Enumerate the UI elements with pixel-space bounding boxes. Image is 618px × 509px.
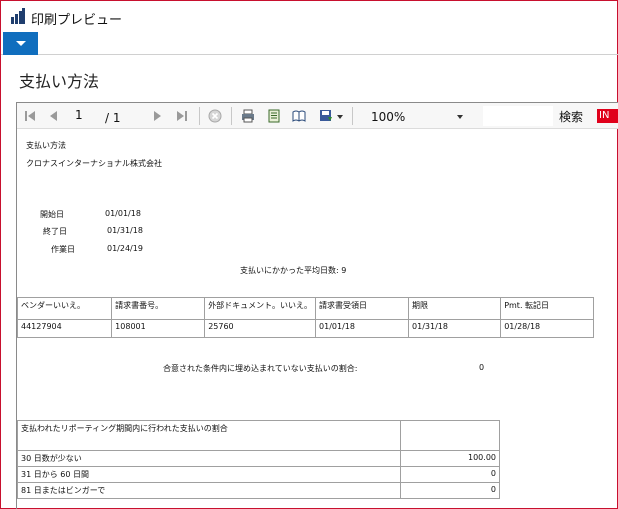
language-badge: IN (597, 109, 618, 123)
window-title: 印刷プレビュー (31, 13, 123, 28)
menu-strip (1, 32, 618, 55)
company-name: クロナスインターナショナル株式会社 (26, 159, 162, 168)
start-date-label: 開始日 (40, 210, 64, 219)
export-dropdown-icon[interactable] (336, 109, 344, 123)
table-cell: 0 (400, 466, 500, 483)
toolbar-separator (231, 107, 232, 125)
table-row: 31 日から 60 日間 0 (16, 466, 500, 483)
table-header-cell: 請求書番号。 (111, 297, 206, 320)
search-input[interactable] (483, 106, 553, 126)
app-logo-icon (11, 8, 25, 24)
table-header-cell: 請求書受領日 (315, 297, 410, 320)
table-cell: 01/31/18 (408, 319, 502, 338)
period-table-title-row: 支払われたリポーティング期間内に行われた支払いの割合 (16, 420, 500, 451)
table-cell: 0 (400, 482, 500, 499)
report-toolbar: 1 / 1 100% 検索 IN (17, 103, 618, 129)
page-number-input[interactable]: 1 (75, 108, 83, 122)
zoom-select[interactable]: 100% (367, 106, 467, 126)
work-date-label: 作業日 (51, 245, 75, 254)
page-setup-icon[interactable] (292, 109, 306, 123)
table-header-cell: 外部ドキュメント。いいえ。 (204, 297, 317, 320)
toolbar-separator (199, 107, 200, 125)
average-days-text: 支払いにかかった平均日数: 9 (240, 266, 347, 275)
stop-icon[interactable] (208, 109, 222, 123)
previous-page-icon[interactable] (47, 109, 61, 123)
period-table-title: 支払われたリポーティング期間内に行われた支払いの割合 (16, 420, 402, 451)
end-date-value: 01/31/18 (107, 226, 143, 235)
not-in-terms-value: 0 (479, 363, 485, 372)
menu-dropdown-button[interactable] (3, 32, 38, 55)
report-page: 支払い方法 クロナスインターナショナル株式会社 開始日 01/01/18 終了日… (16, 130, 618, 509)
first-page-icon[interactable] (23, 109, 37, 123)
table-row: 30 日数が少ない 100.00 (16, 450, 500, 467)
zoom-value: 100% (371, 110, 406, 124)
title-bar: 印刷プレビュー (1, 0, 618, 32)
period-table: 支払われたリポーティング期間内に行われた支払いの割合 30 日数が少ない 100… (16, 420, 500, 499)
page-layout-icon[interactable] (267, 109, 281, 123)
table-cell: 31 日から 60 日間 (16, 466, 402, 483)
table-cell: 81 日またはビンガーで (16, 482, 402, 499)
table-cell: 108001 (111, 319, 206, 338)
page-total: / 1 (105, 111, 121, 125)
table-header-row: ベンダーいいえ。 請求書番号。 外部ドキュメント。いいえ。 請求書受領日 期限 … (16, 297, 594, 320)
table-cell: 44127904 (16, 319, 113, 338)
export-save-icon[interactable] (319, 109, 333, 123)
table-row: 81 日またはビンガーで 0 (16, 482, 500, 499)
print-icon[interactable] (241, 109, 255, 123)
table-header-cell: 期限 (408, 297, 502, 320)
table-cell: 30 日数が少ない (16, 450, 402, 467)
end-date-label: 終了日 (43, 227, 67, 236)
table-header-cell: ベンダーいいえ。 (16, 297, 113, 320)
last-page-icon[interactable] (175, 109, 189, 123)
print-preview-window: 印刷プレビュー 支払い方法 1 / 1 100% 検索 IN 支払い方法 クロナ… (0, 0, 618, 509)
table-cell (400, 420, 500, 451)
toolbar-separator (352, 107, 353, 125)
chevron-down-icon (457, 115, 463, 119)
start-date-value: 01/01/18 (105, 209, 141, 218)
invoice-table: ベンダーいいえ。 請求書番号。 外部ドキュメント。いいえ。 請求書受領日 期限 … (16, 297, 594, 338)
next-page-icon[interactable] (150, 109, 164, 123)
report-heading: 支払い方法 (26, 141, 66, 150)
search-button[interactable]: 検索 (559, 108, 583, 125)
table-row: 44127904 108001 25760 01/01/18 01/31/18 … (16, 319, 594, 338)
not-in-terms-label: 合意された条件内に埋め込まれていない支払いの割合: (163, 364, 358, 373)
table-cell: 25760 (204, 319, 317, 338)
table-cell: 01/28/18 (500, 319, 594, 338)
table-header-cell: Pmt. 転記日 (500, 297, 594, 320)
table-cell: 100.00 (400, 450, 500, 467)
table-cell: 01/01/18 (315, 319, 410, 338)
work-date-value: 01/24/19 (107, 244, 143, 253)
page-title: 支払い方法 (19, 72, 100, 91)
report-viewer: 1 / 1 100% 検索 IN 支払い方法 クロナスインターナショナル株式会社… (16, 102, 618, 509)
